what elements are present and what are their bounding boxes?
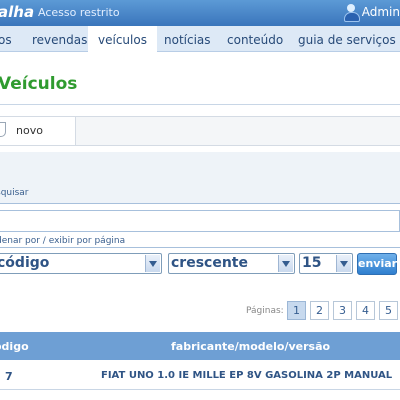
nav-item-noticias[interactable]: notícias: [164, 26, 211, 52]
sort-field-value: código: [0, 255, 50, 271]
title-divider: [0, 104, 400, 105]
user-icon: [343, 4, 360, 22]
column-header-code[interactable]: ódigo: [0, 340, 29, 353]
per-page-value: 15: [302, 255, 322, 271]
nav-item-guia-de-servicos[interactable]: guia de serviços: [298, 26, 396, 52]
pagination-label: Páginas:: [246, 306, 284, 316]
sort-label: denar por / exibir por página: [0, 236, 126, 246]
sort-order-select[interactable]: crescente: [168, 253, 295, 274]
main-nav: os revendas veículos notícias conteúdo g…: [0, 26, 400, 53]
search-panel: squisar: [0, 152, 400, 204]
page-title: Veículos: [0, 74, 78, 94]
chevron-down-icon: [336, 255, 351, 272]
new-document-icon: [0, 122, 6, 137]
new-button-label: novo: [16, 124, 43, 137]
nav-item-conteudo[interactable]: conteúdo: [227, 26, 283, 52]
row-code[interactable]: 7: [5, 370, 13, 383]
sort-field-select[interactable]: código: [0, 253, 162, 274]
table-row[interactable]: 7 FIAT UNO 1.0 IE MILLE EP 8V GASOLINA 2…: [0, 362, 400, 390]
search-input[interactable]: [0, 210, 400, 232]
row-model[interactable]: FIAT UNO 1.0 IE MILLE EP 8V GASOLINA 2P …: [101, 370, 392, 381]
search-toggle-link[interactable]: squisar: [0, 188, 29, 198]
send-button[interactable]: enviar: [357, 253, 397, 275]
chevron-down-icon: [145, 255, 160, 272]
table-header: ódigo fabricante/modelo/versão: [0, 332, 400, 360]
user-menu[interactable]: Admin: [343, 4, 400, 22]
toolbar: novo: [0, 116, 400, 146]
top-header: alha Acesso restrito Admin: [0, 0, 400, 26]
page-button-2[interactable]: 2: [310, 301, 329, 320]
page-button-5[interactable]: 5: [379, 301, 398, 320]
page-button-4[interactable]: 4: [356, 301, 375, 320]
page-button-3[interactable]: 3: [333, 301, 352, 320]
nav-item-os[interactable]: os: [0, 26, 12, 52]
restricted-access-label: Acesso restrito: [38, 6, 120, 19]
user-label: Admin: [361, 5, 400, 19]
sort-divider: [0, 247, 400, 248]
new-button[interactable]: novo: [0, 117, 76, 145]
page-button-1[interactable]: 1: [287, 301, 306, 320]
nav-item-revendas[interactable]: revendas: [32, 26, 87, 52]
per-page-select[interactable]: 15: [299, 253, 353, 274]
sort-order-value: crescente: [171, 255, 248, 271]
chevron-down-icon: [278, 255, 293, 272]
nav-item-veiculos[interactable]: veículos: [88, 26, 157, 53]
column-header-model[interactable]: fabricante/modelo/versão: [171, 340, 330, 353]
brand-logo-text[interactable]: alha: [0, 3, 34, 21]
